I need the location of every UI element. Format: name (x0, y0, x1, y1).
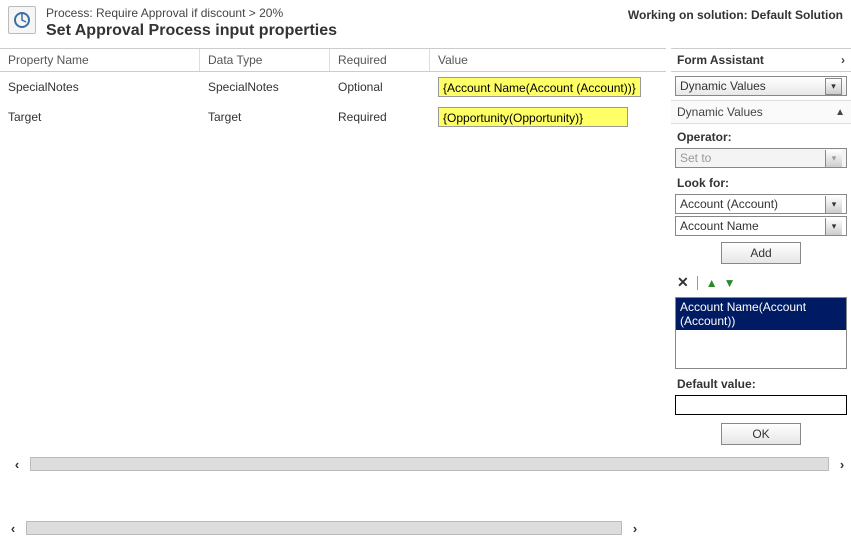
col-data-type[interactable]: Data Type (200, 49, 330, 71)
operator-label: Operator: (671, 124, 851, 146)
scroll-left-icon[interactable]: ‹ (4, 520, 22, 536)
operator-value: Set to (680, 151, 711, 165)
scroll-track[interactable] (30, 457, 829, 471)
ok-button[interactable]: OK (721, 423, 801, 445)
process-name: Require Approval if discount > 20% (96, 6, 283, 20)
col-property-name[interactable]: Property Name (0, 49, 200, 71)
grid-row: SpecialNotes SpecialNotes Optional {Acco… (0, 72, 666, 102)
prop-required: Optional (330, 76, 430, 98)
separator (697, 276, 698, 290)
assistant-mode-value: Dynamic Values (680, 79, 766, 93)
process-line: Process: Require Approval if discount > … (46, 6, 628, 20)
collapse-icon: ▲ (835, 107, 845, 118)
lookfor-entity-dropdown[interactable]: Account (Account) ▾ (675, 194, 847, 214)
prop-required: Required (330, 106, 430, 128)
col-required[interactable]: Required (330, 49, 430, 71)
value-input-target[interactable]: {Opportunity(Opportunity)} (438, 107, 628, 127)
lookfor-attr-value: Account Name (680, 219, 759, 233)
prop-type: Target (200, 106, 330, 128)
form-assistant-panel: Form Assistant › Dynamic Values ▾ Dynami… (670, 48, 851, 541)
process-prefix: Process: (46, 6, 96, 20)
scroll-right-icon[interactable]: › (626, 520, 644, 536)
move-down-icon[interactable]: ▼ (724, 276, 736, 290)
lookfor-entity-value: Account (Account) (680, 197, 778, 211)
prop-type: SpecialNotes (200, 76, 330, 98)
chevron-down-icon: ▾ (825, 78, 842, 95)
form-assistant-header[interactable]: Form Assistant › (671, 48, 851, 72)
default-value-input[interactable] (675, 395, 847, 415)
prop-value-cell: {Opportunity(Opportunity)} (430, 103, 666, 131)
page-title: Set Approval Process input properties (46, 22, 628, 40)
grid-row: Target Target Required {Opportunity(Oppo… (0, 102, 666, 132)
value-input-specialnotes[interactable]: {Account Name(Account (Account))} (438, 77, 641, 97)
chevron-down-icon: ▾ (825, 218, 842, 235)
assistant-mode-dropdown[interactable]: Dynamic Values ▾ (675, 76, 847, 96)
chevron-right-icon: › (841, 53, 845, 67)
chevron-down-icon: ▾ (825, 196, 842, 213)
scroll-right-icon[interactable]: › (833, 456, 851, 472)
add-button[interactable]: Add (721, 242, 801, 264)
delete-icon[interactable]: ✕ (677, 274, 689, 291)
col-value[interactable]: Value (430, 49, 666, 71)
chevron-down-icon: ▾ (825, 150, 842, 167)
lookfor-label: Look for: (671, 170, 851, 192)
header: Process: Require Approval if discount > … (0, 0, 851, 48)
prop-name: SpecialNotes (0, 76, 200, 98)
panel-h-scrollbar[interactable]: ‹ › (8, 455, 851, 473)
prop-value-cell: {Account Name(Account (Account))} (430, 73, 666, 101)
scroll-track[interactable] (26, 521, 622, 535)
list-toolbar: ✕ ▲ ▼ (671, 270, 851, 295)
selected-values-listbox[interactable]: Account Name(Account (Account)) (675, 297, 847, 369)
default-value-label: Default value: (671, 371, 851, 393)
scroll-left-icon[interactable]: ‹ (8, 456, 26, 472)
lookfor-attribute-dropdown[interactable]: Account Name ▾ (675, 216, 847, 236)
grid-header: Property Name Data Type Required Value (0, 48, 666, 72)
grid-h-scrollbar[interactable]: ‹ › (4, 519, 644, 537)
section-label: Dynamic Values (677, 105, 763, 119)
solution-label: Working on solution: Default Solution (628, 8, 843, 22)
selected-item[interactable]: Account Name(Account (Account)) (676, 298, 846, 330)
operator-dropdown[interactable]: Set to ▾ (675, 148, 847, 168)
move-up-icon[interactable]: ▲ (706, 276, 718, 290)
form-assistant-title: Form Assistant (677, 53, 764, 67)
process-icon (8, 6, 36, 34)
dynamic-values-section[interactable]: Dynamic Values ▲ (671, 100, 851, 124)
header-text: Process: Require Approval if discount > … (46, 6, 628, 40)
prop-name: Target (0, 106, 200, 128)
